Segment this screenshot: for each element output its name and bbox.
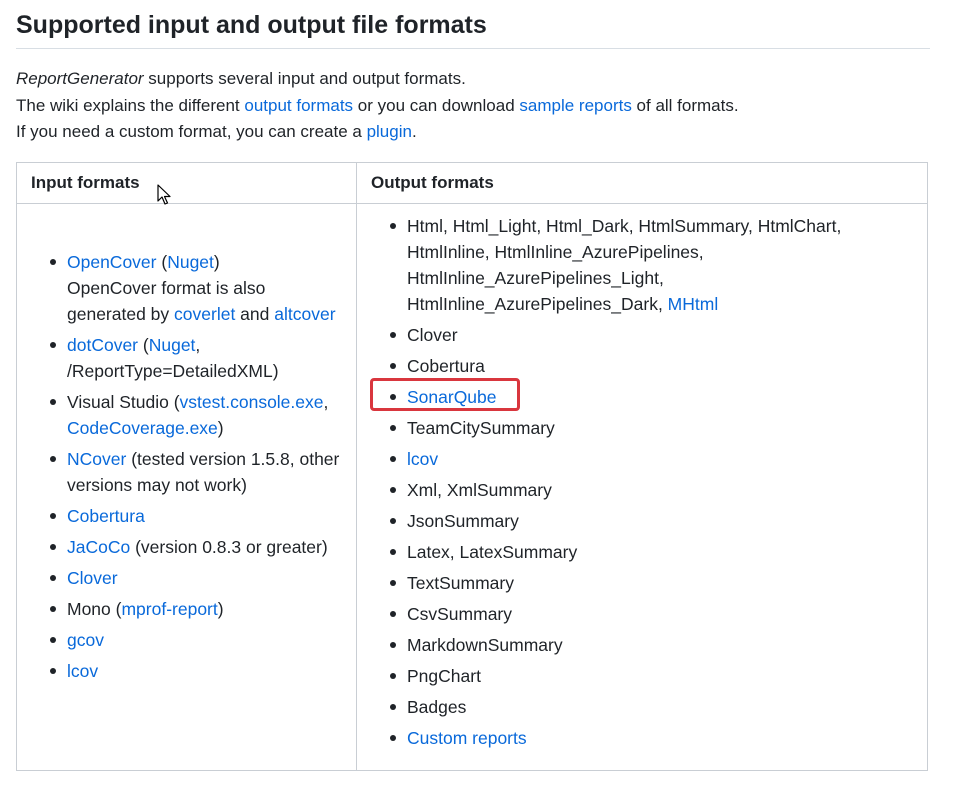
list-item: gcov <box>17 627 356 653</box>
list-item: Badges <box>357 694 927 720</box>
list-item: JaCoCo (version 0.8.3 or greater) <box>17 534 356 560</box>
bullet-icon <box>390 415 396 441</box>
list-item: lcov <box>357 446 927 472</box>
intro-line-2: The wiki explains the different output f… <box>16 95 739 115</box>
output-formats-column: Output formats Html, Html_Light, Html_Da… <box>357 163 927 770</box>
list-item: Custom reports <box>357 725 927 751</box>
bullet-icon <box>390 508 396 534</box>
bullet-icon <box>50 627 56 653</box>
sample-reports-link[interactable]: sample reports <box>519 96 631 115</box>
output-formats-list: Html, Html_Light, Html_Dark, HtmlSummary… <box>357 213 927 751</box>
list-item: NCover (tested version 1.5.8, other vers… <box>17 446 356 498</box>
bullet-icon <box>390 725 396 751</box>
altcover-link[interactable]: altcover <box>274 304 335 324</box>
custom-reports-link[interactable]: Custom reports <box>407 728 527 748</box>
list-item: TextSummary <box>357 570 927 596</box>
ncover-link[interactable]: NCover <box>67 449 126 469</box>
bullet-icon <box>390 632 396 658</box>
lcov-input-link[interactable]: lcov <box>67 661 98 681</box>
mhtml-link[interactable]: MHtml <box>668 294 719 314</box>
list-item: MarkdownSummary <box>357 632 927 658</box>
bullet-icon <box>390 694 396 720</box>
page-title: Supported input and output file formats <box>16 8 930 49</box>
list-item: Visual Studio (vstest.console.exe, CodeC… <box>17 389 356 441</box>
list-item: OpenCover (Nuget) OpenCover format is als… <box>17 249 356 327</box>
list-item: Xml, XmlSummary <box>357 477 927 503</box>
jacoco-link[interactable]: JaCoCo <box>67 537 130 557</box>
coverlet-link[interactable]: coverlet <box>174 304 235 324</box>
list-item: Html, Html_Light, Html_Dark, HtmlSummary… <box>357 213 927 317</box>
vstest-link[interactable]: vstest.console.exe <box>180 392 324 412</box>
bullet-icon <box>50 596 56 622</box>
bullet-icon <box>390 570 396 596</box>
intro-text: ReportGenerator supports several input a… <box>16 66 739 146</box>
mprof-report-link[interactable]: mprof-report <box>121 599 217 619</box>
input-formats-column: Input formats OpenCover (Nuget) OpenCover… <box>17 163 357 770</box>
mouse-cursor-icon <box>157 184 171 205</box>
opencover-nuget-link[interactable]: Nuget <box>167 252 214 272</box>
intro-line-3: If you need a custom format, you can cre… <box>16 122 417 141</box>
clover-input-link[interactable]: Clover <box>67 568 118 588</box>
bullet-icon <box>50 503 56 529</box>
bullet-icon <box>390 213 396 239</box>
dotcover-link[interactable]: dotCover <box>67 335 138 355</box>
input-formats-list: OpenCover (Nuget) OpenCover format is als… <box>17 249 356 684</box>
bullet-icon <box>390 353 396 379</box>
bullet-icon <box>390 663 396 689</box>
bullet-icon <box>390 477 396 503</box>
list-item: TeamCitySummary <box>357 415 927 441</box>
list-item: dotCover (Nuget, /ReportType=DetailedXML… <box>17 332 356 384</box>
list-item: Cobertura <box>357 353 927 379</box>
bullet-icon <box>50 332 56 358</box>
list-item: JsonSummary <box>357 508 927 534</box>
list-item: Mono (mprof-report) <box>17 596 356 622</box>
bullet-icon <box>390 601 396 627</box>
bullet-icon <box>50 446 56 472</box>
list-item: PngChart <box>357 663 927 689</box>
list-item: CsvSummary <box>357 601 927 627</box>
intro-line-1: ReportGenerator supports several input a… <box>16 69 466 88</box>
plugin-link[interactable]: plugin <box>367 122 412 141</box>
sonarqube-highlight-box <box>370 378 520 411</box>
gcov-link[interactable]: gcov <box>67 630 104 650</box>
codecoverage-link[interactable]: CodeCoverage.exe <box>67 418 218 438</box>
list-item: lcov <box>17 658 356 684</box>
bullet-icon <box>50 565 56 591</box>
list-item: Cobertura <box>17 503 356 529</box>
dotcover-nuget-link[interactable]: Nuget <box>149 335 196 355</box>
cobertura-input-link[interactable]: Cobertura <box>67 506 145 526</box>
bullet-icon <box>390 539 396 565</box>
list-item: Latex, LatexSummary <box>357 539 927 565</box>
bullet-icon <box>50 534 56 560</box>
bullet-icon <box>390 322 396 348</box>
list-item: Clover <box>357 322 927 348</box>
lcov-output-link[interactable]: lcov <box>407 449 438 469</box>
product-name: ReportGenerator <box>16 69 144 88</box>
list-item: Clover <box>17 565 356 591</box>
output-formats-link[interactable]: output formats <box>244 96 353 115</box>
bullet-icon <box>50 658 56 684</box>
formats-table: Input formats OpenCover (Nuget) OpenCover… <box>16 162 928 771</box>
bullet-icon <box>50 389 56 415</box>
output-formats-header: Output formats <box>357 163 927 204</box>
bullet-icon <box>50 249 56 275</box>
bullet-icon <box>390 446 396 472</box>
opencover-link[interactable]: OpenCover <box>67 252 157 272</box>
input-formats-header: Input formats <box>17 163 356 204</box>
